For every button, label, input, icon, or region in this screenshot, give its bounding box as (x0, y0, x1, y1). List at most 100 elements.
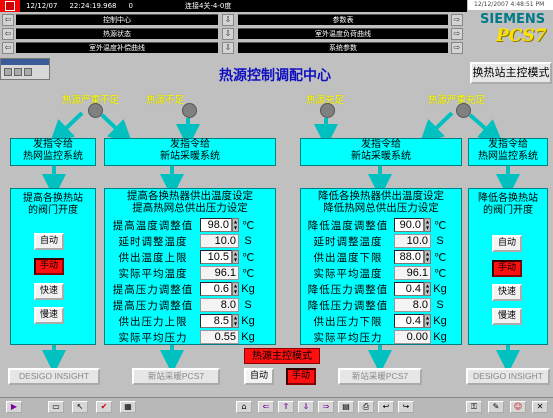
unit-label: Kg (241, 315, 255, 327)
command-box-mid-right: 发指令给 新站采暖系统 (300, 138, 462, 166)
right-arrow-icon[interactable]: ⇒ (318, 401, 334, 413)
spinner-icon[interactable]: ▲ ▼ (424, 218, 431, 232)
unit-label: ℃ (433, 251, 447, 264)
setpoint-input[interactable]: 88.0 (394, 250, 424, 264)
right-auto-button[interactable]: 自动 (492, 235, 522, 252)
setpoint-input[interactable]: 8.5 (200, 314, 232, 328)
new-station-pcs7-button-left[interactable]: 新站采暖PCS7 (132, 368, 220, 385)
command-box-far-left: 发指令给 热网监控系统 (10, 138, 96, 166)
unit-label: S (244, 299, 252, 311)
right-slow-button[interactable]: 慢速 (492, 308, 522, 325)
spinner-icon[interactable]: ▲ ▼ (232, 250, 239, 264)
table-row: 供出压力下限 0.4 ▲ ▼ Kg (302, 313, 449, 329)
command-line: 发指令给 (361, 139, 401, 150)
unit-label: ℃ (241, 219, 255, 232)
print-icon[interactable]: ⎙ (358, 401, 374, 413)
setpoint-input[interactable]: 0.4 (394, 314, 424, 328)
desigo-insight-button-right[interactable]: DESIGO INSIGHT (466, 368, 550, 385)
unit-label: S (436, 299, 444, 311)
row-label: 提高压力调整值 (112, 283, 194, 296)
command-line: 发指令给 (488, 139, 528, 150)
value-display: 0.00 (394, 330, 431, 344)
row-label: 提高压力调整值 (112, 299, 194, 312)
grid-icon[interactable]: ▤ (338, 401, 354, 413)
table-row: 延时调整温度 10.0 S (302, 233, 449, 249)
table-row: 降低压力调整值 8.0 S (302, 297, 449, 313)
table-header: 降低热网总供出压力设定 (323, 202, 439, 214)
table-header: 降低各换热器供出温度设定 (318, 190, 444, 202)
right-fast-button[interactable]: 快速 (492, 284, 522, 301)
command-line: 热网监控系统 (478, 151, 538, 162)
exit-icon[interactable]: ✕ (532, 401, 548, 413)
value-display: 8.0 (394, 298, 431, 312)
table-row: 提高温度调整值 98.0 ▲ ▼ ℃ (106, 217, 257, 233)
left-fast-button[interactable]: 快速 (34, 283, 64, 300)
unit-label: Kg (241, 283, 255, 295)
unit-label: S (436, 235, 444, 247)
row-label: 实际平均温度 (313, 267, 383, 280)
spinner-icon[interactable]: ▲ ▼ (424, 282, 431, 296)
key-icon[interactable]: ⚿ (466, 401, 482, 413)
row-label: 延时调整温度 (118, 235, 188, 248)
table-row: 供出温度上限 10.5 ▲ ▼ ℃ (106, 249, 257, 265)
play-icon[interactable]: ▶ (6, 401, 22, 413)
back-icon[interactable]: ↩ (378, 401, 394, 413)
row-label: 提高温度调整值 (112, 219, 194, 232)
row-label: 降低温度调整值 (307, 219, 389, 232)
home-icon[interactable]: ⌂ (236, 401, 252, 413)
up-arrow-icon[interactable]: ⇑ (278, 401, 294, 413)
row-label: 实际平均压力 (313, 331, 383, 344)
command-line: 新站采暖系统 (351, 151, 411, 162)
command-line: 发指令给 (33, 139, 73, 150)
table-row: 实际平均温度 96.1 ℃ (302, 265, 449, 281)
table-row: 降低压力调整值 0.4 ▲ ▼ Kg (302, 281, 449, 297)
left-manual-button[interactable]: 手动 (34, 258, 64, 275)
unit-label: S (244, 235, 252, 247)
next-icon[interactable]: ↪ (398, 401, 414, 413)
monitor-icon[interactable]: ▦ (120, 401, 136, 413)
table-header: 提高各换热器供出温度设定 (127, 190, 253, 202)
desigo-insight-button-left[interactable]: DESIGO INSIGHT (8, 368, 100, 385)
window-icon[interactable]: ▭ (48, 401, 64, 413)
setpoint-input[interactable]: 98.0 (200, 218, 232, 232)
panel-title: 降低各换热站 (478, 193, 538, 204)
unit-label: ℃ (433, 267, 447, 280)
left-arrow-icon[interactable]: ⇐ (258, 401, 274, 413)
unit-label: Kg (433, 283, 447, 295)
spinner-icon[interactable]: ▲ ▼ (424, 250, 431, 264)
new-station-pcs7-button-right[interactable]: 新站采暖PCS7 (338, 368, 422, 385)
command-line: 发指令给 (170, 139, 210, 150)
row-label: 降低压力调整值 (307, 299, 389, 312)
unit-label: Kg (241, 331, 255, 343)
left-slow-button[interactable]: 慢速 (34, 307, 64, 324)
row-label: 供出压力下限 (313, 315, 383, 328)
row-label: 延时调整温度 (313, 235, 383, 248)
spinner-icon[interactable]: ▲ ▼ (232, 218, 239, 232)
command-box-far-right: 发指令给 热网监控系统 (468, 138, 548, 166)
left-auto-button[interactable]: 自动 (34, 233, 64, 250)
row-label: 供出温度下限 (313, 251, 383, 264)
center-auto-button[interactable]: 自动 (244, 368, 274, 385)
spinner-icon[interactable]: ▲ ▼ (232, 282, 239, 296)
table-row: 实际平均压力 0.00 Kg (302, 329, 449, 345)
setpoint-input[interactable]: 0.4 (394, 282, 424, 296)
unit-label: ℃ (433, 219, 447, 232)
table-row: 提高压力调整值 8.0 S (106, 297, 257, 313)
value-display: 96.1 (394, 266, 431, 280)
setpoint-input[interactable]: 10.5 (200, 250, 232, 264)
table-row: 实际平均压力 0.55 Kg (106, 329, 257, 345)
tools-icon[interactable]: ✎ (488, 401, 504, 413)
value-display: 0.55 (200, 330, 239, 344)
spinner-icon[interactable]: ▲ ▼ (424, 314, 431, 328)
person-icon[interactable]: ☺ (510, 401, 526, 413)
check-icon[interactable]: ✔ (96, 401, 112, 413)
table-row: 实际平均温度 96.1 ℃ (106, 265, 257, 281)
center-manual-button[interactable]: 手动 (286, 368, 316, 385)
setpoint-input[interactable]: 0.6 (200, 282, 232, 296)
right-manual-button[interactable]: 手动 (492, 260, 522, 277)
cursor-icon[interactable]: ↖ (72, 401, 88, 413)
down-arrow-icon[interactable]: ⇓ (298, 401, 314, 413)
spinner-icon[interactable]: ▲ ▼ (232, 314, 239, 328)
table-row: 供出压力上限 8.5 ▲ ▼ Kg (106, 313, 257, 329)
setpoint-input[interactable]: 90.0 (394, 218, 424, 232)
